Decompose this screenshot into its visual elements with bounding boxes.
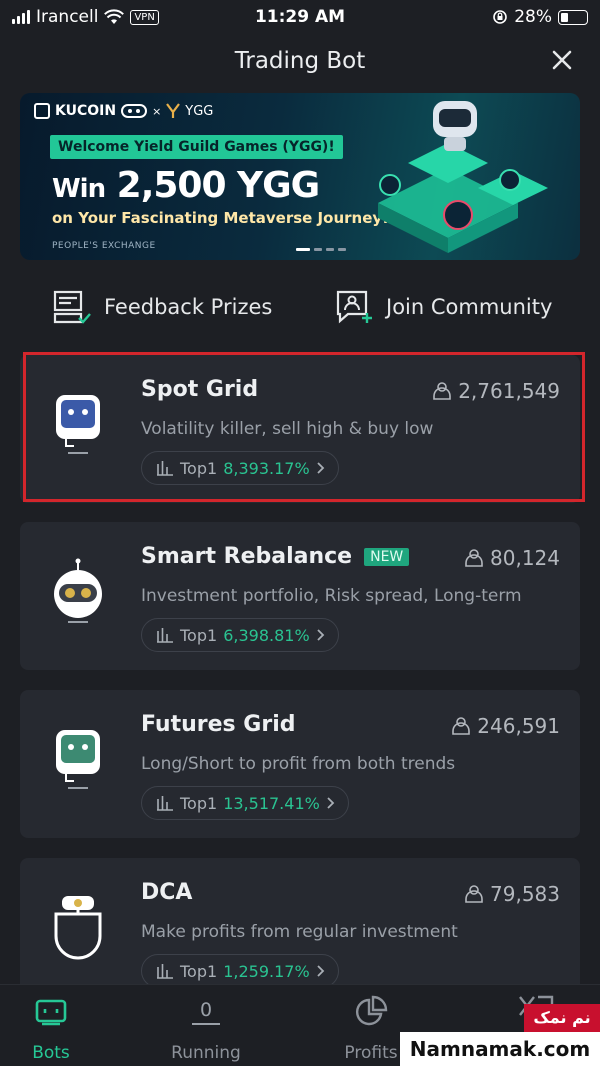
banner-logo: KUCOIN × YGG xyxy=(34,103,213,119)
tab-bots[interactable]: Bots xyxy=(0,995,106,1063)
banner-brand: KUCOIN xyxy=(55,103,117,119)
chevron-right-icon xyxy=(317,629,324,641)
bar-chart-icon xyxy=(157,628,173,643)
bot-users: 246,591 xyxy=(451,714,560,738)
spot-grid-robot-icon xyxy=(56,395,100,454)
bot-name: DCA xyxy=(141,880,192,905)
bot-title: Spot Grid xyxy=(141,377,259,402)
top-value: 1,259.17% xyxy=(223,961,310,981)
bar-chart-icon xyxy=(157,964,173,979)
tab-running[interactable]: 0 Running xyxy=(151,995,261,1063)
top-value: 6,398.81% xyxy=(223,625,310,645)
bot-description: Long/Short to profit from both trends xyxy=(141,754,456,774)
bot-card-smart-rebalance[interactable]: Smart Rebalance NEW 80,124 Investment po… xyxy=(20,522,580,670)
bot-name: Futures Grid xyxy=(141,712,296,737)
eyes-icon xyxy=(121,104,148,118)
bot-users: 2,761,549 xyxy=(432,379,560,403)
join-community-button[interactable]: Join Community xyxy=(334,288,552,326)
pie-chart-icon xyxy=(356,995,388,1026)
metaverse-illustration xyxy=(378,101,548,253)
top-label: Top1 xyxy=(180,961,218,981)
banner-partner: YGG xyxy=(185,103,214,119)
bar-chart-icon xyxy=(157,796,173,811)
bot-card-futures-grid[interactable]: Futures Grid 246,591 Long/Short to profi… xyxy=(20,690,580,838)
bot-tab-icon xyxy=(35,999,67,1026)
user-icon xyxy=(465,885,483,903)
bot-title: DCA xyxy=(141,880,193,905)
chevron-right-icon xyxy=(317,462,324,474)
page-header: Trading Bot xyxy=(0,40,600,84)
top-value: 8,393.17% xyxy=(223,458,310,478)
bot-description: Volatility killer, sell high & buy low xyxy=(141,419,434,439)
tab-profits-label: Profits xyxy=(344,1043,398,1063)
bot-users-count: 246,591 xyxy=(477,714,560,738)
smart-rebalance-robot-icon xyxy=(54,558,102,623)
quick-actions: Feedback Prizes Join Community xyxy=(0,288,600,332)
bot-users: 80,124 xyxy=(464,546,560,570)
bot-title: Futures Grid xyxy=(141,712,296,737)
feedback-prizes-label: Feedback Prizes xyxy=(104,295,273,319)
battery-icon xyxy=(558,9,588,25)
tab-running-label: Running xyxy=(171,1043,241,1063)
community-icon xyxy=(336,290,372,324)
bot-users: 79,583 xyxy=(464,882,560,906)
watermark-persian: نم نمک xyxy=(524,1004,600,1032)
futures-grid-robot-icon xyxy=(56,730,100,789)
join-community-label: Join Community xyxy=(386,295,553,319)
bot-top-performance[interactable]: Top1 13,517.41% xyxy=(141,786,349,820)
top-value: 13,517.41% xyxy=(223,793,320,813)
chevron-right-icon xyxy=(327,797,335,809)
bot-top-performance[interactable]: Top1 1,259.17% xyxy=(141,954,339,988)
banner-win-prefix: Win xyxy=(52,174,106,204)
banner-win-amount: 2,500 YGG xyxy=(116,165,321,206)
bot-top-performance[interactable]: Top1 8,393.17% xyxy=(141,451,339,485)
running-count: 0 xyxy=(191,999,221,1025)
battery-level xyxy=(561,12,568,22)
status-right: 28% xyxy=(492,7,588,27)
banner-footer: PEOPLE'S EXCHANGE xyxy=(52,241,156,251)
user-icon xyxy=(433,382,452,400)
tab-bots-label: Bots xyxy=(32,1043,70,1063)
bot-users-count: 79,583 xyxy=(490,882,560,906)
banner-headline: Welcome Yield Guild Games (YGG)! xyxy=(50,135,343,159)
bot-description: Investment portfolio, Risk spread, Long-… xyxy=(141,586,522,606)
close-icon[interactable] xyxy=(548,46,576,74)
wifi-icon xyxy=(104,9,125,24)
top-label: Top1 xyxy=(180,458,218,478)
carrier-name: Irancell xyxy=(36,7,99,27)
bot-title: Smart Rebalance xyxy=(141,544,353,569)
kucoin-logo-icon xyxy=(34,103,50,119)
bot-description: Make profits from regular investment xyxy=(141,922,458,942)
bar-chart-icon xyxy=(157,461,173,476)
dca-robot-icon xyxy=(54,896,102,960)
bot-users-count: 80,124 xyxy=(490,546,560,570)
bot-top-performance[interactable]: Top1 6,398.81% xyxy=(141,618,339,652)
top-label: Top1 xyxy=(180,625,218,645)
watermark-site: Namnamak.com xyxy=(400,1032,600,1066)
bot-users-count: 2,761,549 xyxy=(458,379,560,403)
rotation-lock-icon xyxy=(493,10,508,24)
ygg-logo-icon xyxy=(166,103,181,118)
feedback-icon xyxy=(53,290,91,324)
cellular-signal-icon xyxy=(12,10,30,24)
top-label: Top1 xyxy=(180,793,218,813)
chevron-right-icon xyxy=(317,965,324,977)
feedback-prizes-button[interactable]: Feedback Prizes xyxy=(52,288,272,326)
bot-card-spot-grid[interactable]: Spot Grid 2,761,549 Volatility killer, s… xyxy=(20,355,580,503)
bot-name: Spot Grid xyxy=(141,377,258,402)
vpn-badge: VPN xyxy=(130,9,159,25)
user-icon xyxy=(452,717,471,735)
bot-name: Smart Rebalance NEW xyxy=(141,544,410,569)
status-left: Irancell VPN xyxy=(12,7,159,27)
new-badge: NEW xyxy=(364,547,410,566)
user-icon xyxy=(465,549,483,567)
battery-percent: 28% xyxy=(514,7,552,27)
promo-banner[interactable]: KUCOIN × YGG Welcome Yield Guild Games (… xyxy=(20,93,580,260)
status-bar: Irancell VPN 11:29 AM 28% xyxy=(0,0,600,34)
page-title: Trading Bot xyxy=(234,48,366,74)
banner-win: Win 2,500 YGG xyxy=(52,165,321,206)
